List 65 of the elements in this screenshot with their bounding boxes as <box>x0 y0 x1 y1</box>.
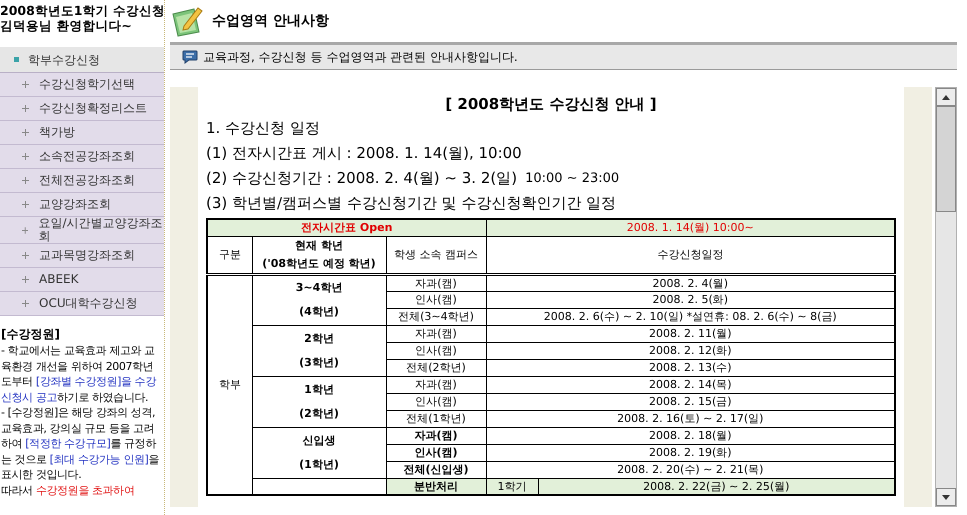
table-cell-text: (3학년) <box>298 354 340 370</box>
notice-title: [수강정원] <box>1 326 61 343</box>
page-title: 수업영역 안내사항 <box>212 12 329 30</box>
menu-item[interactable]: 책가방 <box>0 121 164 145</box>
table-cell-text: 3~4학년 <box>294 280 344 296</box>
greeting-text: 김덕용님 환영합니다~ <box>0 18 133 33</box>
menu-item[interactable]: 소속전공강좌조회 <box>0 145 164 169</box>
plus-icon <box>22 177 29 184</box>
table-cell: 2008. 2. 22(금) ~ 2. 25(월) <box>538 478 895 495</box>
menu-header[interactable]: 학부수강신청 <box>0 47 164 73</box>
menu-item[interactable]: ABEEK <box>0 268 164 292</box>
table-cell: 인사(캠) <box>386 342 486 359</box>
document-title: [ 2008학년도 수강신청 안내 ] <box>444 94 658 115</box>
plus-icon <box>22 153 29 160</box>
table-cell: 1학기 <box>486 478 538 495</box>
table-cell: 인사(캠) <box>386 291 486 308</box>
menu-item[interactable]: 요일/시간별교양강좌조회 <box>0 217 164 244</box>
greeting-text: 2008학년도1학기 수강신청 <box>0 3 164 18</box>
table-cell-text: 현재 학년 <box>294 238 344 254</box>
table-cell: 전체(1학년) <box>386 410 486 427</box>
table-cell: 인사(캠) <box>386 444 486 461</box>
table-cell-text: (4학년) <box>298 304 340 320</box>
table-cell: 인사(캠) <box>386 393 486 410</box>
time-note: 10:00 ~ 23:00 <box>525 170 620 188</box>
notice-paragraph: - 학교에서는 교육효과 제고와 교육환경 개선을 위하여 2007학년도부터 [강좌별 수강정원]을 수강신청시 공고하기로 하였습니다. <box>1 343 158 405</box>
table-cell-text: ('08학년도 예정 학년) <box>261 256 377 272</box>
scrollbar[interactable] <box>935 87 957 507</box>
table-cell: 분반처리 <box>386 478 486 495</box>
plus-icon <box>22 201 29 208</box>
info-text: 교육과정, 수강신청 등 수업영역과 관련된 안내사항입니다. <box>203 49 518 66</box>
notice-paragraph: 따라서 수강정원을 초과하여 <box>1 482 136 498</box>
speech-bubble-icon <box>182 50 198 64</box>
plus-icon <box>22 105 29 112</box>
table-cell-text: 1학년 <box>303 382 335 398</box>
plus-icon <box>22 81 29 88</box>
document-line: (2) 수강신청기간 : 2008. 2. 4(월) ~ 3. 2(일) <box>206 168 518 190</box>
table-cell-text: 신입생 <box>302 432 336 448</box>
plus-icon <box>22 129 29 136</box>
table-cell: 전체(3~4학년) <box>386 308 486 325</box>
document-line: (3) 학년별/캠퍼스별 수강신청기간 및 수강신청확인기간 일정 <box>206 193 616 214</box>
plus-icon <box>22 276 29 283</box>
menu-item[interactable]: 교양강좌조회 <box>0 193 164 217</box>
menu-item[interactable]: OCU대학수강신청 <box>0 292 164 316</box>
table-cell: 자과(캠) <box>386 427 486 444</box>
table-cell: 자과(캠) <box>386 376 486 393</box>
square-bullet-icon <box>14 57 19 62</box>
document-line: (1) 전자시간표 게시 : 2008. 1. 14(월), 10:00 <box>206 143 522 164</box>
plus-icon <box>22 252 29 259</box>
document-line: 1. 수강신청 일정 <box>206 118 320 140</box>
menu-item[interactable]: 수강신청확정리스트 <box>0 97 164 121</box>
menu-item[interactable]: 수강신청학기선택 <box>0 73 164 97</box>
table-cell-text: 2학년 <box>303 330 335 346</box>
table-cell: 자과(캠) <box>386 274 486 291</box>
table-cell: 전자시간표 Open <box>207 219 486 236</box>
plus-icon <box>22 300 29 307</box>
scroll-thumb[interactable] <box>936 106 956 212</box>
menu-item[interactable]: 전체전공강좌조회 <box>0 169 164 193</box>
table-cell: 전체(신입생) <box>386 461 486 478</box>
notice-paragraph: - [수강정원]은 해당 강좌의 성격, 교육효과, 강의실 규모 등을 고려하여 [적정한 수강규모]를 규정하는 것으로 [최대 수강가능 인원]을 표시한 것입니다. <box>1 405 160 482</box>
plus-icon <box>22 226 28 234</box>
menu-item[interactable]: 교과목명강좌조회 <box>0 244 164 268</box>
table-cell-text: (2학년) <box>298 406 340 422</box>
table-cell-text: (1학년) <box>298 456 340 472</box>
table-cell: 전체(2학년) <box>386 359 486 376</box>
table-cell: 자과(캠) <box>386 325 486 342</box>
